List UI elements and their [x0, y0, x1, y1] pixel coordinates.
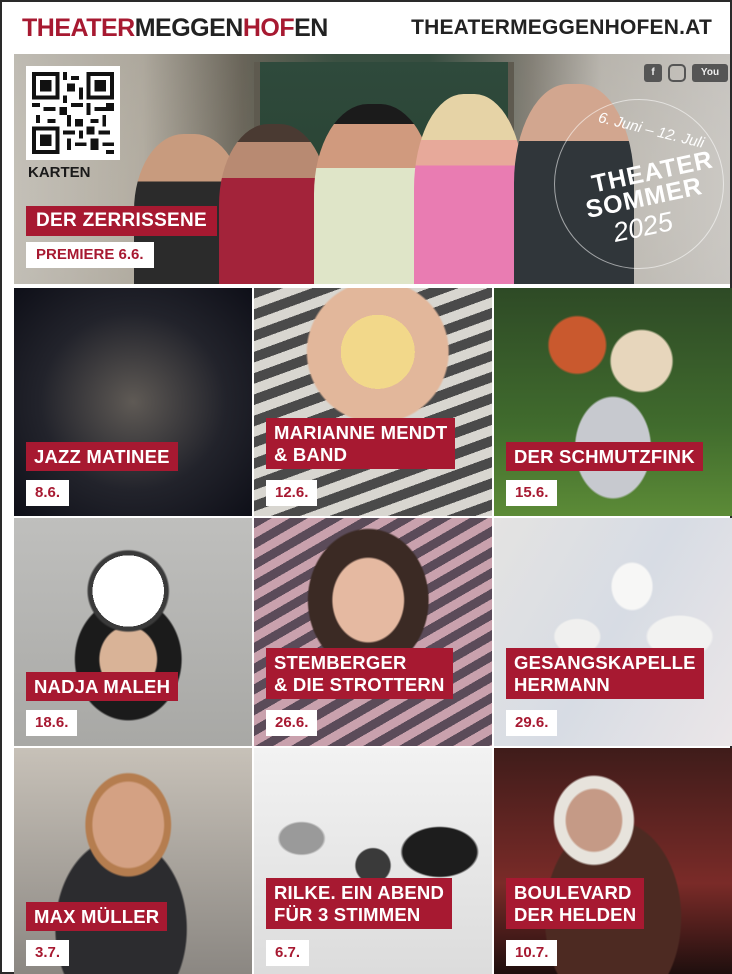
logo-segment: HOF: [242, 13, 295, 42]
event-title[interactable]: STEMBERGER & DIE STROTTERN: [266, 648, 453, 699]
theater-sommer-badge: 6. Juni – 12. Juli THEATER SOMMER 2025: [554, 99, 724, 269]
event-title-line: MAX MÜLLER: [34, 906, 160, 927]
event-tile[interactable]: MAX MÜLLER 3.7.: [14, 748, 252, 974]
event-title[interactable]: MAX MÜLLER: [26, 902, 168, 931]
event-date: 6.7.: [266, 940, 310, 966]
event-title-line: HERMANN: [514, 674, 610, 695]
event-title-line: MARIANNE MENDT: [274, 422, 448, 443]
facebook-icon[interactable]: f: [644, 64, 662, 82]
event-title-line: FÜR 3 STIMMEN: [274, 904, 421, 925]
event-title-line: DER HELDEN: [514, 904, 637, 925]
hero-banner: KARTEN f You 6. Juni – 12. Juli THEATER …: [14, 54, 730, 284]
event-date: 15.6.: [506, 480, 558, 506]
festival-dates: 6. Juni – 12. Juli: [596, 109, 706, 152]
hero-event-title[interactable]: DER ZERRISSENE: [26, 206, 218, 236]
event-title-line: & DIE STROTTERN: [274, 674, 445, 695]
event-title-line: JAZZ MATINEE: [34, 446, 170, 467]
event-tile[interactable]: RILKE. EIN ABEND FÜR 3 STIMMEN 6.7.: [254, 748, 492, 974]
logo-segment: EN: [294, 13, 328, 42]
event-title-line: DER SCHMUTZFINK: [514, 446, 695, 467]
event-title[interactable]: RILKE. EIN ABEND FÜR 3 STIMMEN: [266, 878, 453, 929]
event-date: 18.6.: [26, 710, 78, 736]
event-title-line: STEMBERGER: [274, 652, 407, 673]
logo-segment: MEGGEN: [134, 13, 244, 42]
event-title[interactable]: JAZZ MATINEE: [26, 442, 178, 471]
event-tile[interactable]: STEMBERGER & DIE STROTTERN 26.6.: [254, 518, 492, 746]
theater-logo[interactable]: THEATERMEGGENHOFEN: [22, 14, 328, 43]
event-title-line: GESANGSKAPELLE: [514, 652, 696, 673]
event-title-line: RILKE. EIN ABEND: [274, 882, 445, 903]
event-date: 26.6.: [266, 710, 318, 736]
hero-actor: [219, 124, 329, 284]
qr-code[interactable]: [26, 66, 120, 160]
event-date: 3.7.: [26, 940, 70, 966]
poster: THEATERMEGGENHOFEN THEATERMEGGENHOFEN.AT: [0, 0, 732, 974]
event-title-line: BOULEVARD: [514, 882, 632, 903]
youtube-icon[interactable]: You: [692, 64, 728, 82]
event-date: 29.6.: [506, 710, 558, 736]
hero-premiere-date: PREMIERE 6.6.: [26, 242, 154, 268]
event-date: 8.6.: [26, 480, 70, 506]
event-tile[interactable]: MARIANNE MENDT & BAND 12.6.: [254, 288, 492, 516]
tickets-label: KARTEN: [28, 164, 91, 181]
event-tile[interactable]: GESANGSKAPELLE HERMANN 29.6.: [494, 518, 732, 746]
qr-code-icon: [32, 72, 114, 154]
event-tile[interactable]: BOULEVARD DER HELDEN 10.7.: [494, 748, 732, 974]
header: THEATERMEGGENHOFEN THEATERMEGGENHOFEN.AT: [2, 2, 730, 54]
website-url[interactable]: THEATERMEGGENHOFEN.AT: [411, 16, 712, 40]
logo-segment: THEATER: [22, 13, 135, 42]
event-title-line: NADJA MALEH: [34, 676, 171, 697]
hero-actor: [414, 94, 524, 284]
event-tile[interactable]: NADJA MALEH 18.6.: [14, 518, 252, 746]
event-grid: JAZZ MATINEE 8.6. MARIANNE MENDT & BAND 12.6…: [14, 288, 732, 974]
event-date: 10.7.: [506, 940, 558, 966]
instagram-icon[interactable]: [668, 64, 686, 82]
event-title[interactable]: GESANGSKAPELLE HERMANN: [506, 648, 704, 699]
event-title[interactable]: BOULEVARD DER HELDEN: [506, 878, 645, 929]
social-links: f You: [644, 64, 728, 82]
event-title-line: & BAND: [274, 444, 348, 465]
event-title[interactable]: DER SCHMUTZFINK: [506, 442, 703, 471]
event-tile[interactable]: JAZZ MATINEE 8.6.: [14, 288, 252, 516]
event-date: 12.6.: [266, 480, 318, 506]
event-title[interactable]: NADJA MALEH: [26, 672, 179, 701]
event-tile[interactable]: DER SCHMUTZFINK 15.6.: [494, 288, 732, 516]
event-title[interactable]: MARIANNE MENDT & BAND: [266, 418, 456, 469]
